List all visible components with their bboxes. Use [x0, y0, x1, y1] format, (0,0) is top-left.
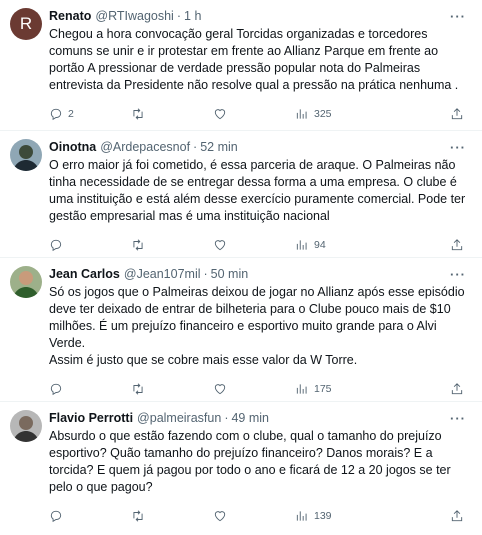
- avatar-letter: R: [19, 14, 33, 33]
- more-icon[interactable]: ···: [450, 410, 466, 427]
- share-button[interactable]: [450, 382, 464, 396]
- tweet-paragraph: Chegou a hora convocação geral Torcidas …: [49, 27, 459, 92]
- heart-icon: [214, 109, 226, 120]
- author-handle[interactable]: @palmeirasfun: [137, 410, 221, 427]
- views-icon: [296, 511, 307, 521]
- timestamp[interactable]: 50 min: [211, 266, 249, 283]
- separator-dot: ·: [203, 267, 208, 281]
- reply-button[interactable]: [49, 382, 131, 396]
- share-icon: [451, 383, 463, 395]
- tweet-paragraph: O erro maior já foi cometido, é essa par…: [49, 158, 466, 223]
- retweet-button[interactable]: [131, 509, 213, 523]
- retweet-button[interactable]: [131, 238, 213, 252]
- avatar[interactable]: [10, 410, 42, 442]
- author-handle[interactable]: @Jean107mil: [124, 266, 201, 283]
- timestamp[interactable]: 52 min: [200, 139, 238, 156]
- tweet-header: Renato @RTIwagoshi · 1 h ···: [49, 8, 468, 25]
- reply-count: 2: [68, 108, 74, 120]
- heart-icon: [214, 240, 226, 251]
- tweet-header: Oinotna @Ardepacesnof · 52 min ···: [49, 139, 468, 156]
- reply-icon: [50, 383, 62, 396]
- author-name[interactable]: Oinotna: [49, 139, 96, 156]
- tweet-header: Jean Carlos @Jean107mil · 50 min ···: [49, 266, 468, 283]
- tweet[interactable]: Jean Carlos @Jean107mil · 50 min ··· Só …: [0, 258, 482, 402]
- heart-icon: [214, 384, 226, 395]
- tweet[interactable]: R Renato @RTIwagoshi · 1 h ··· Chegou a …: [0, 0, 482, 131]
- tweet-actions: 94: [49, 231, 468, 259]
- reply-icon: [50, 239, 62, 252]
- tweet-text: Absurdo o que estão fazendo com o clube,…: [49, 428, 468, 496]
- views-button[interactable]: 325: [295, 107, 377, 121]
- more-icon[interactable]: ···: [450, 266, 466, 283]
- tweet-feed: R Renato @RTIwagoshi · 1 h ··· Chegou a …: [0, 0, 482, 535]
- avatar[interactable]: R: [10, 8, 42, 40]
- view-count: 94: [314, 239, 326, 251]
- avatar-image: [10, 139, 42, 171]
- reply-button[interactable]: [49, 238, 131, 252]
- views-icon: [296, 109, 307, 119]
- like-button[interactable]: [213, 238, 295, 252]
- view-count: 175: [314, 383, 332, 395]
- tweet[interactable]: Flavio Perrotti @palmeirasfun · 49 min ·…: [0, 402, 482, 535]
- separator-dot: ·: [193, 140, 198, 154]
- views-button[interactable]: 139: [295, 509, 377, 523]
- tweet-text: Chegou a hora convocação geral Torcidas …: [49, 26, 468, 94]
- more-icon[interactable]: ···: [450, 8, 466, 25]
- tweet-actions: 175: [49, 375, 468, 403]
- retweet-icon: [133, 239, 143, 251]
- share-button[interactable]: [450, 509, 464, 523]
- like-button[interactable]: [213, 107, 295, 121]
- separator-dot: ·: [176, 9, 182, 23]
- avatar-image: [10, 266, 42, 298]
- tweet-paragraph: Absurdo o que estão fazendo com o clube,…: [49, 429, 451, 494]
- retweet-icon: [133, 108, 143, 120]
- tweet-header: Flavio Perrotti @palmeirasfun · 49 min ·…: [49, 410, 468, 427]
- separator-dot: ·: [224, 411, 229, 425]
- retweet-button[interactable]: [131, 107, 213, 121]
- author-name[interactable]: Flavio Perrotti: [49, 410, 133, 427]
- more-icon[interactable]: ···: [450, 139, 466, 156]
- tweet-text: O erro maior já foi cometido, é essa par…: [49, 157, 468, 225]
- timestamp[interactable]: 49 min: [231, 410, 269, 427]
- share-button[interactable]: [450, 107, 464, 121]
- share-icon: [451, 510, 463, 522]
- author-handle[interactable]: @RTIwagoshi: [95, 8, 173, 25]
- views-icon: [296, 384, 307, 394]
- reply-button[interactable]: [49, 509, 131, 523]
- tweet-paragraph: Assim é justo que se cobre mais esse val…: [49, 353, 358, 367]
- avatar-image: [10, 410, 42, 442]
- reply-icon: [50, 108, 62, 121]
- view-count: 139: [314, 510, 332, 522]
- reply-icon: [50, 510, 62, 523]
- reply-button[interactable]: 2: [49, 107, 131, 121]
- view-count: 325: [314, 108, 332, 120]
- timestamp[interactable]: 1 h: [184, 8, 201, 25]
- avatar[interactable]: [10, 266, 42, 298]
- share-icon: [451, 239, 463, 251]
- author-handle[interactable]: @Ardepacesnof: [100, 139, 190, 156]
- like-button[interactable]: [213, 509, 295, 523]
- avatar[interactable]: [10, 139, 42, 171]
- views-icon: [296, 240, 307, 250]
- author-name[interactable]: Jean Carlos: [49, 266, 120, 283]
- views-button[interactable]: 94: [295, 238, 377, 252]
- like-button[interactable]: [213, 382, 295, 396]
- retweet-button[interactable]: [131, 382, 213, 396]
- heart-icon: [214, 511, 226, 522]
- tweet-paragraph: Só os jogos que o Palmeiras deixou de jo…: [49, 285, 465, 350]
- views-button[interactable]: 175: [295, 382, 377, 396]
- retweet-icon: [133, 510, 143, 522]
- retweet-icon: [133, 383, 143, 395]
- author-name[interactable]: Renato: [49, 8, 91, 25]
- share-icon: [451, 108, 463, 120]
- share-button[interactable]: [450, 238, 464, 252]
- tweet-actions: 2 325: [49, 100, 468, 128]
- tweet[interactable]: Oinotna @Ardepacesnof · 52 min ··· O err…: [0, 131, 482, 258]
- tweet-text: Só os jogos que o Palmeiras deixou de jo…: [49, 284, 468, 369]
- tweet-actions: 139: [49, 502, 468, 530]
